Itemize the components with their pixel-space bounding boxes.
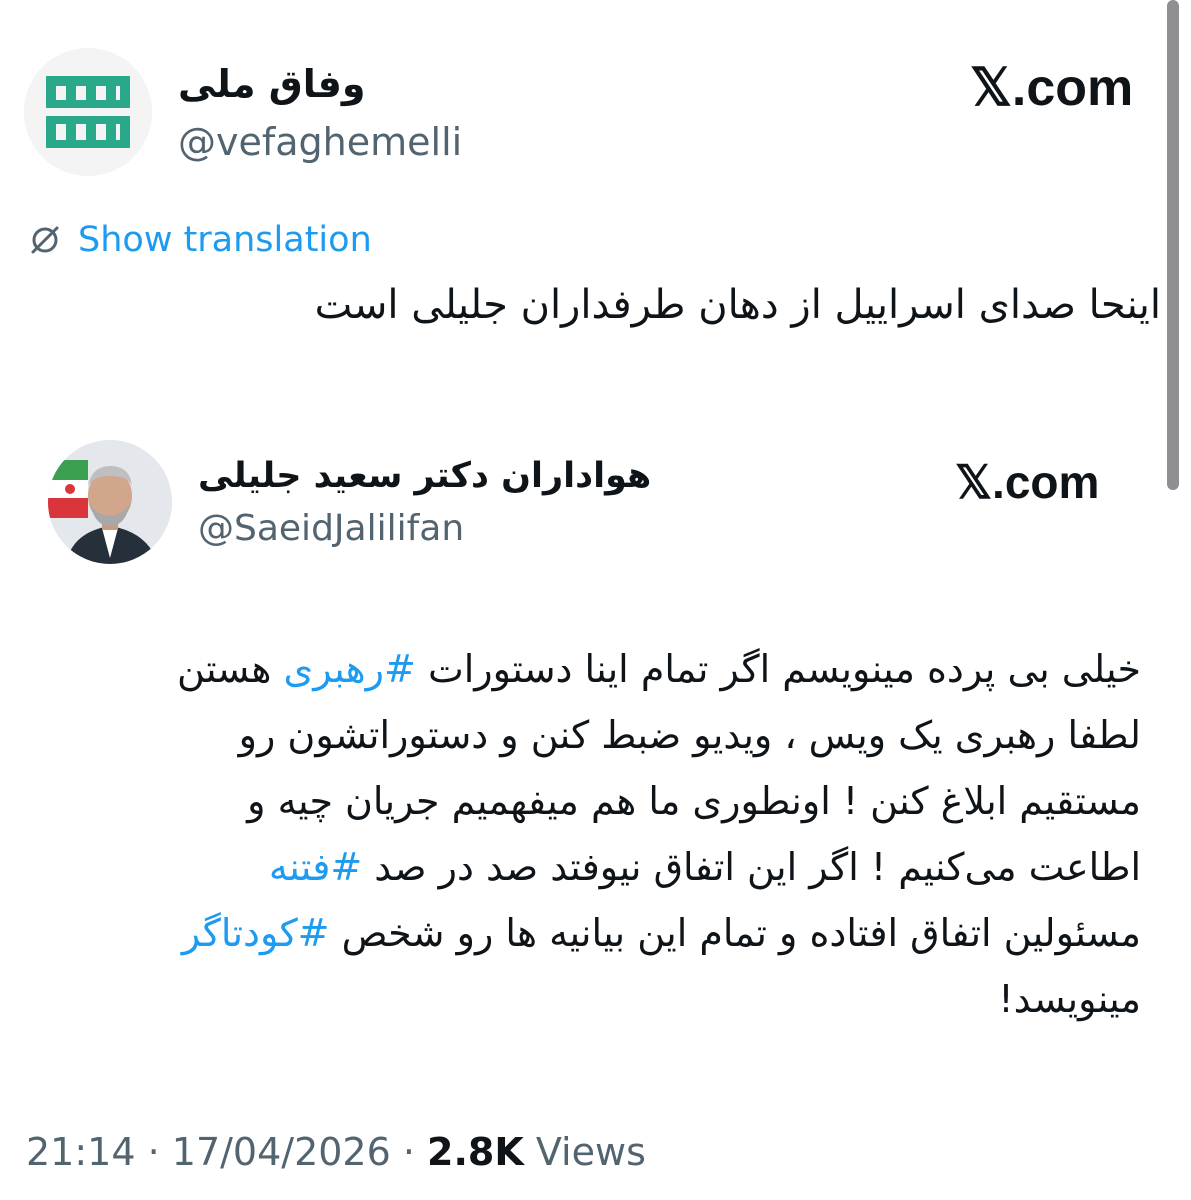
translate-icon xyxy=(28,223,62,257)
vefagh-logo-avatar[interactable] xyxy=(24,48,152,176)
views-label: Views xyxy=(523,1130,646,1174)
tweet-line: مستقیم ابلاغ کنن ! اونطوری ما هم میفهمیم… xyxy=(51,768,1141,834)
tweet-line: خیلی بی پرده مینویسم اگر تمام اینا دستور… xyxy=(51,636,1141,702)
hashtag-link[interactable]: #رهبری xyxy=(283,647,415,691)
tweet-line: اطاعت می‌کنیم ! اگر این اتفاق نیوفتد صد … xyxy=(51,834,1141,900)
tweet-date[interactable]: 17/04/2026 xyxy=(172,1130,391,1174)
tweet-meta: 21:14 · 17/04/2026 · 2.8K Views xyxy=(26,1130,646,1174)
tweet-time[interactable]: 21:14 xyxy=(26,1130,136,1174)
tweet-text-segment: مسئولین اتفاق افتاده و تمام این بیانیه ه… xyxy=(329,911,1141,955)
tweet-text-segment: اطاعت می‌کنیم ! اگر این اتفاق نیوفتد صد … xyxy=(362,845,1141,889)
outer-tweet-text: اینحا صدای اسراییل از دهان طرفداران جلیل… xyxy=(314,282,1161,328)
user-photo-avatar[interactable] xyxy=(48,440,172,564)
hashtag-link[interactable]: #کودتاگر xyxy=(182,911,330,955)
show-translation-button[interactable]: Show translation xyxy=(28,218,372,262)
x-brand-logo: 𝕏.com xyxy=(970,59,1134,117)
inner-tweet-text: خیلی بی پرده مینویسم اگر تمام اینا دستور… xyxy=(51,636,1141,1032)
tweet-text-segment: مستقیم ابلاغ کنن ! اونطوری ما هم میفهمیم… xyxy=(247,779,1141,823)
inner-handle[interactable]: @SaeidJalilifan xyxy=(198,508,464,549)
hashtag-link[interactable]: #فتنه xyxy=(269,845,362,889)
tweet-line: مسئولین اتفاق افتاده و تمام این بیانیه ه… xyxy=(51,900,1141,966)
x-brand-logo: 𝕏.com xyxy=(955,456,1100,508)
inner-display-name[interactable]: هواداران دکتر سعید جلیلی xyxy=(198,456,651,496)
tweet-text-segment: خیلی بی پرده مینویسم اگر تمام اینا دستور… xyxy=(415,647,1141,691)
meta-separator: · xyxy=(390,1130,428,1174)
tweet-line: مینویسد! xyxy=(51,966,1141,1032)
views-count[interactable]: 2.8K xyxy=(427,1130,524,1174)
tweet-text-segment: هستن xyxy=(177,647,284,691)
tweet-line: لطفا رهبری یک ویس ، ویدیو ضبط کنن و دستو… xyxy=(51,702,1141,768)
show-translation-label[interactable]: Show translation xyxy=(78,220,372,260)
tweet-text-segment: مینویسد! xyxy=(998,977,1141,1021)
tweet-text-segment: لطفا رهبری یک ویس ، ویدیو ضبط کنن و دستو… xyxy=(238,713,1141,757)
scrollbar[interactable] xyxy=(1167,0,1179,490)
outer-display-name[interactable]: وفاق ملی xyxy=(178,62,365,106)
meta-separator: · xyxy=(135,1130,172,1174)
outer-handle[interactable]: @vefaghemelli xyxy=(178,120,462,164)
